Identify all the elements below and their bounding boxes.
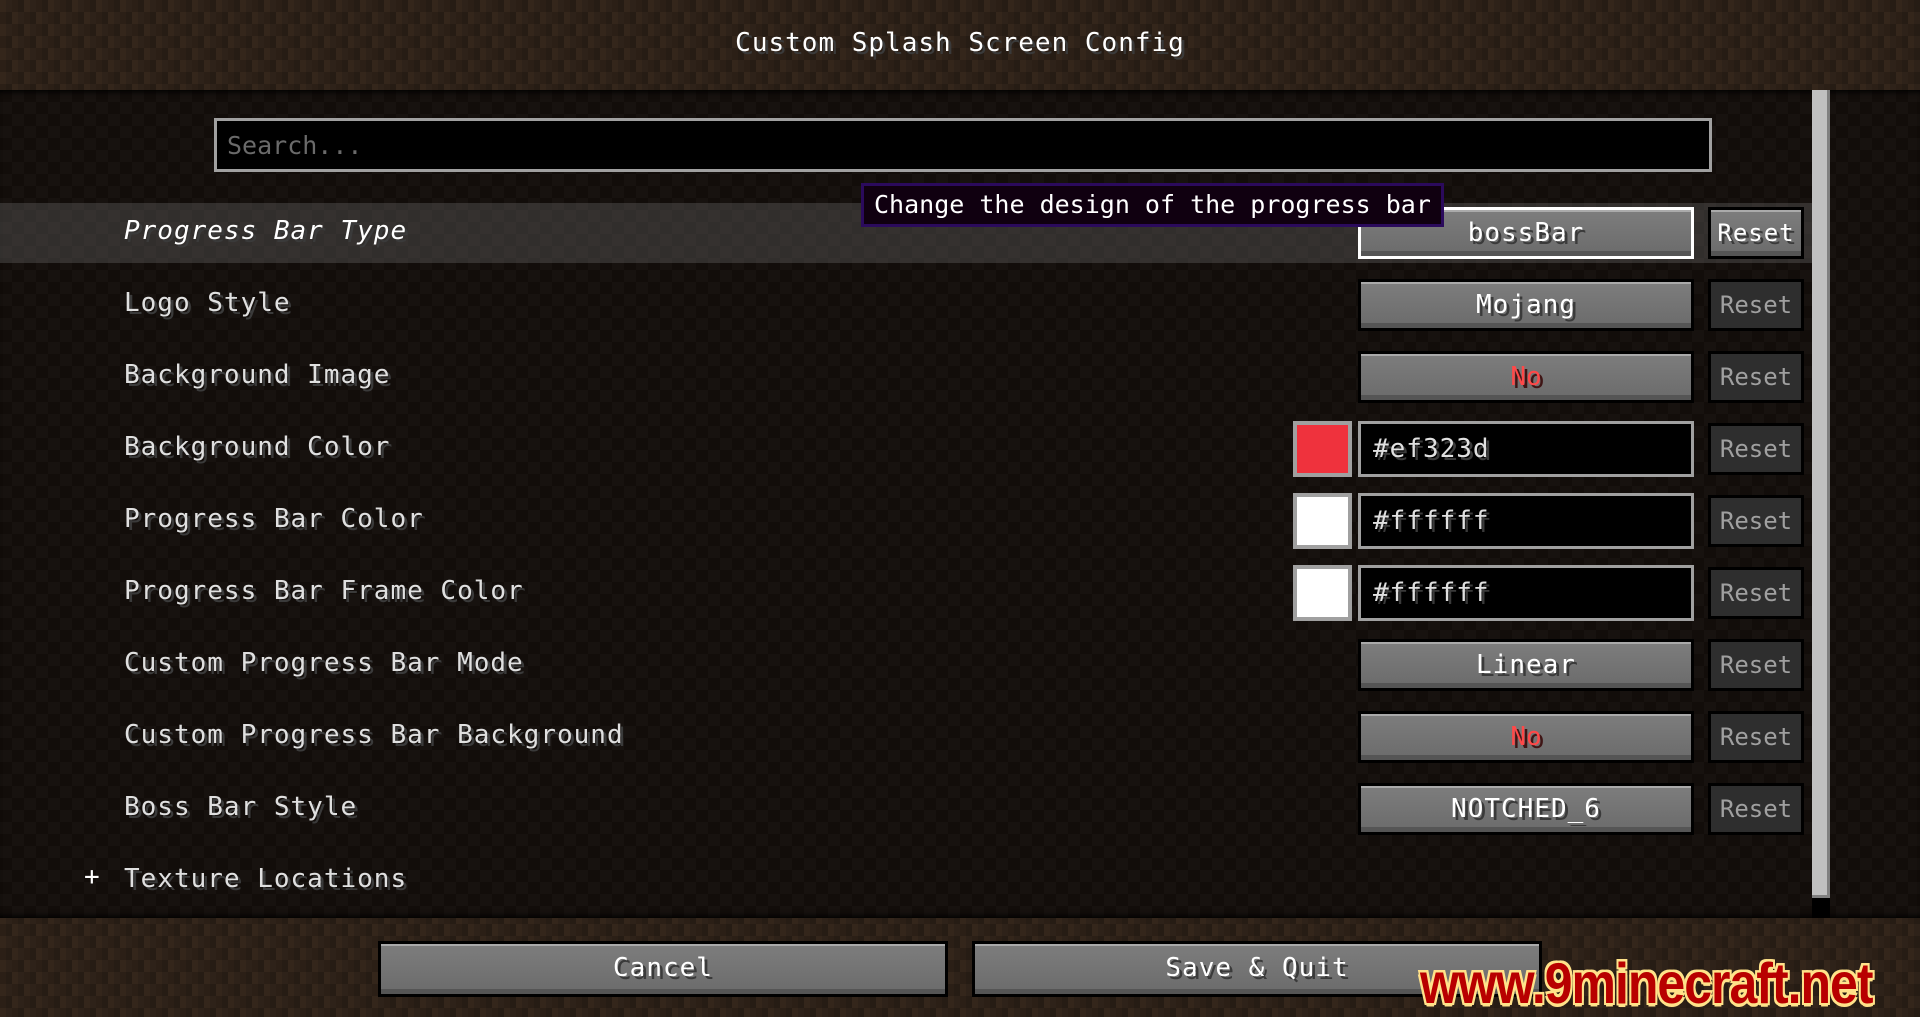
config-row-background-color: Background Color #ef323d Reset (0, 419, 1812, 479)
row-label: Custom Progress Bar Mode (124, 648, 524, 678)
custom-progress-bar-mode-button[interactable]: Linear (1358, 639, 1694, 691)
reset-button[interactable]: Reset (1708, 279, 1804, 331)
row-label: Boss Bar Style (124, 792, 358, 822)
color-swatch (1293, 565, 1352, 621)
reset-button[interactable]: Reset (1708, 207, 1804, 259)
row-label: Progress Bar Type (124, 216, 408, 246)
reset-button[interactable]: Reset (1708, 783, 1804, 835)
search-input[interactable] (214, 118, 1712, 172)
config-row-logo-style: Logo Style Mojang Reset (0, 275, 1812, 335)
progress-bar-frame-color-input[interactable]: #ffffff (1358, 565, 1694, 621)
row-label: Progress Bar Frame Color (124, 576, 524, 606)
row-label: Background Image (124, 360, 391, 390)
config-row-custom-progress-bar-background: Custom Progress Bar Background No Reset (0, 707, 1812, 767)
background-image-toggle[interactable]: No (1358, 351, 1694, 403)
progress-bar-color-input[interactable]: #ffffff (1358, 493, 1694, 549)
color-swatch (1293, 421, 1352, 477)
boss-bar-style-button[interactable]: NOTCHED_6 (1358, 783, 1694, 835)
row-label: Progress Bar Color (124, 504, 424, 534)
watermark-logo: www.9minecraft.net (1420, 951, 1873, 1016)
config-row-background-image: Background Image No Reset (0, 347, 1812, 407)
reset-button[interactable]: Reset (1708, 711, 1804, 763)
cancel-button[interactable]: Cancel (378, 941, 948, 997)
row-label: Custom Progress Bar Background (124, 720, 624, 750)
custom-progress-bar-background-toggle[interactable]: No (1358, 711, 1694, 763)
scrollbar-thumb[interactable] (1812, 90, 1830, 898)
reset-button[interactable]: Reset (1708, 567, 1804, 619)
screen-title: Custom Splash Screen Config (735, 28, 1185, 58)
expand-plus-icon[interactable]: + (84, 862, 100, 892)
background-color-input[interactable]: #ef323d (1358, 421, 1694, 477)
category-label: Texture Locations (124, 864, 408, 894)
config-row-custom-progress-bar-mode: Custom Progress Bar Mode Linear Reset (0, 635, 1812, 695)
row-label: Logo Style (124, 288, 291, 318)
tooltip: Change the design of the progress bar (861, 183, 1444, 227)
reset-button[interactable]: Reset (1708, 351, 1804, 403)
config-row-boss-bar-style: Boss Bar Style NOTCHED_6 Reset (0, 779, 1812, 839)
reset-button[interactable]: Reset (1708, 639, 1804, 691)
color-swatch (1293, 493, 1352, 549)
reset-button[interactable]: Reset (1708, 423, 1804, 475)
category-texture-locations[interactable]: + Texture Locations (0, 851, 1812, 911)
row-label: Background Color (124, 432, 391, 462)
config-row-progress-bar-frame-color: Progress Bar Frame Color #ffffff Reset (0, 563, 1812, 623)
reset-button[interactable]: Reset (1708, 495, 1804, 547)
logo-style-button[interactable]: Mojang (1358, 279, 1694, 331)
config-row-progress-bar-color: Progress Bar Color #ffffff Reset (0, 491, 1812, 551)
